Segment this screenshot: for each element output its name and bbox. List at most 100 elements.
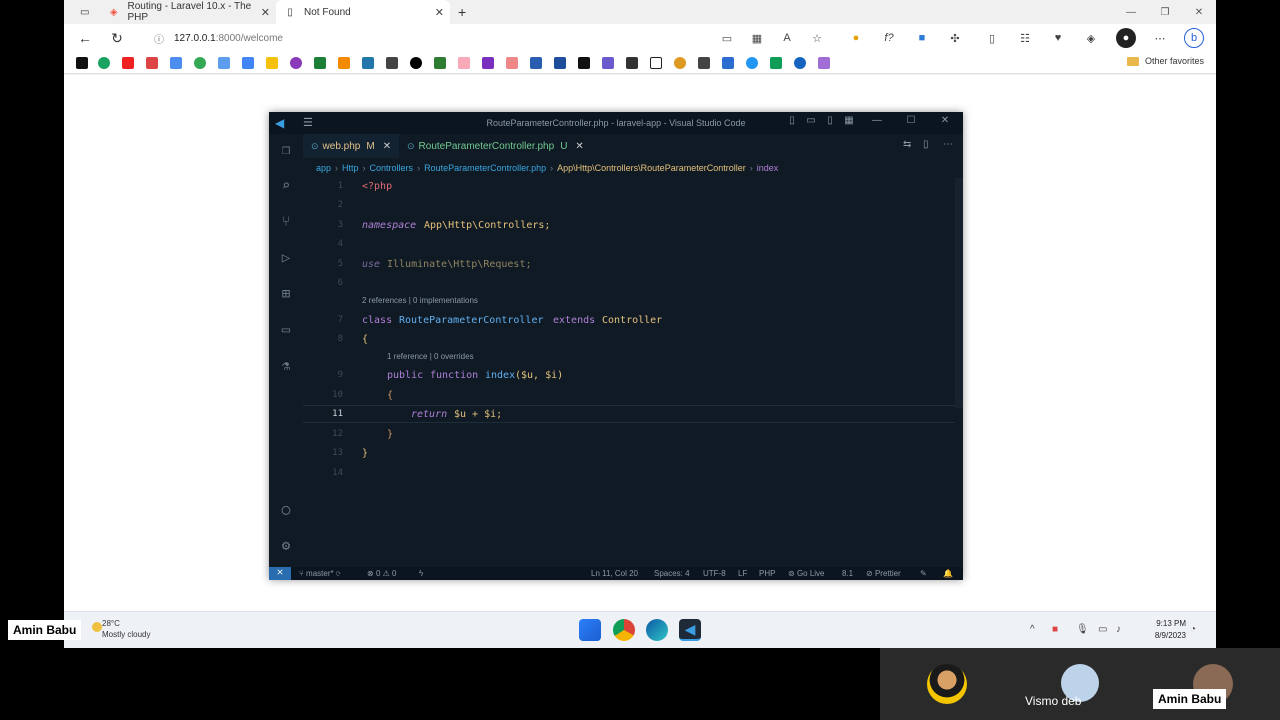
favorite-icon[interactable]: [794, 57, 806, 69]
start-windows-icon[interactable]: [579, 619, 601, 641]
source-control-icon[interactable]: ⑂: [277, 214, 295, 232]
weather-widget[interactable]: 28°C Mostly cloudy: [92, 618, 150, 640]
favorite-icon[interactable]: [290, 57, 302, 69]
youtube-icon[interactable]: [122, 57, 134, 69]
bootstrap-icon[interactable]: [482, 57, 494, 69]
breadcrumb-item[interactable]: Controllers: [370, 163, 414, 173]
prettier-status[interactable]: ⊘ Prettier: [866, 569, 901, 578]
taskbar-clock[interactable]: 9:13 PM 8/9/2023: [1155, 618, 1186, 642]
toggle-sidebar-icon[interactable]: ▯: [784, 115, 800, 126]
docs-icon[interactable]: [242, 57, 254, 69]
breadcrumb-item[interactable]: App\Http\Controllers\RouteParameterContr…: [557, 163, 746, 173]
branch-status[interactable]: ⑂ master* ⟳: [299, 569, 341, 578]
new-tab-button[interactable]: +: [450, 0, 474, 24]
remote-icon[interactable]: ⨯: [269, 567, 291, 580]
extensions-icon[interactable]: ✣: [945, 28, 965, 48]
toggle-panel-icon[interactable]: ▭: [803, 115, 819, 126]
editor-tab-controller[interactable]: ⊙ RouteParameterController.php U ✕: [399, 134, 584, 158]
close-tab-icon[interactable]: ✕: [435, 6, 444, 19]
close-window-icon[interactable]: ✕: [1182, 0, 1216, 24]
favorite-icon[interactable]: [362, 57, 374, 69]
favorite-icon[interactable]: [818, 57, 830, 69]
explorer-icon[interactable]: ❐: [277, 142, 295, 160]
browser-essentials-icon[interactable]: ◈: [1081, 28, 1101, 48]
notifications-bell-icon[interactable]: 🔔: [943, 569, 953, 578]
favorite-icon[interactable]: [170, 57, 182, 69]
favorite-icon[interactable]: [266, 57, 278, 69]
favorite-icon[interactable]: [674, 57, 686, 69]
extensions-icon[interactable]: ⊞: [277, 286, 295, 304]
run-debug-icon[interactable]: ▷: [277, 250, 295, 268]
editor-scrollbar[interactable]: [955, 178, 963, 408]
maximize-icon[interactable]: ☐: [903, 115, 919, 126]
language-mode[interactable]: PHP: [759, 569, 775, 578]
encoding[interactable]: UTF-8: [703, 569, 726, 578]
breadcrumb-item[interactable]: Http: [342, 163, 359, 173]
gmail-icon[interactable]: [146, 57, 158, 69]
favorite-icon[interactable]: [76, 57, 88, 69]
tab-actions-icon[interactable]: ▭: [72, 0, 92, 24]
favorite-icon[interactable]: [746, 57, 758, 69]
tray-app-icon[interactable]: ■: [1052, 624, 1058, 635]
indentation[interactable]: Spaces: 4: [654, 569, 690, 578]
other-favorites-folder[interactable]: Other favorites: [1126, 56, 1204, 66]
extension-icon[interactable]: ●: [846, 28, 866, 48]
browser-tab-laravel[interactable]: ◈ Routing - Laravel 10.x - The PHP ✕: [100, 0, 276, 24]
favorite-icon[interactable]: [386, 57, 398, 69]
split-editor-icon[interactable]: ▯: [923, 139, 929, 150]
browser-tab-not-found[interactable]: ▯ Not Found ✕: [276, 0, 450, 24]
favorite-icon[interactable]: [602, 57, 614, 69]
testing-icon[interactable]: ⚗: [277, 358, 295, 376]
address-bar[interactable]: ⓘ 127.0.0.1:8000/welcome: [144, 27, 784, 49]
word-icon[interactable]: [554, 57, 566, 69]
toggle-secondary-sidebar-icon[interactable]: ▯: [822, 115, 838, 126]
close-tab-icon[interactable]: ✕: [261, 6, 270, 19]
codelens-references[interactable]: 1 reference | 0 overrides: [387, 352, 474, 361]
vscode-taskbar-icon[interactable]: ◀: [679, 619, 701, 641]
more-menu-icon[interactable]: ⋯: [1150, 28, 1170, 48]
favorite-icon[interactable]: [314, 57, 326, 69]
split-screen-icon[interactable]: ▯: [982, 28, 1002, 48]
notification-icon[interactable]: ◔: [1190, 624, 1196, 635]
remote-explorer-icon[interactable]: ▭: [277, 322, 295, 340]
favorite-icon[interactable]: [98, 57, 110, 69]
maps-icon[interactable]: [194, 57, 206, 69]
compare-changes-icon[interactable]: ⇆: [903, 139, 911, 150]
reload-icon[interactable]: ↻: [104, 26, 130, 50]
more-actions-icon[interactable]: ⋯: [943, 139, 953, 150]
favorite-icon[interactable]: [698, 57, 710, 69]
code-icon[interactable]: [506, 57, 518, 69]
end-of-line[interactable]: LF: [738, 569, 747, 578]
favorite-star-icon[interactable]: ☆: [807, 28, 827, 48]
favorite-icon[interactable]: [626, 57, 638, 69]
favorite-icon[interactable]: [722, 57, 734, 69]
lightning-icon[interactable]: ϟ: [419, 569, 423, 578]
read-aloud-icon[interactable]: A: [777, 28, 797, 48]
network-icon[interactable]: ▭: [1098, 624, 1107, 635]
settings-gear-icon[interactable]: ⚙: [277, 538, 295, 556]
notion-icon[interactable]: [410, 57, 422, 69]
show-hidden-icons[interactable]: ^: [1030, 624, 1035, 635]
microphone-icon[interactable]: 🎙: [1076, 624, 1089, 635]
favorite-icon[interactable]: [650, 57, 662, 69]
accounts-icon[interactable]: ◯: [277, 502, 295, 520]
back-icon[interactable]: ←: [72, 26, 98, 50]
laravel-icon[interactable]: [458, 57, 470, 69]
bing-copilot-icon[interactable]: b: [1184, 28, 1204, 48]
close-window-icon[interactable]: ✕: [937, 115, 953, 126]
close-tab-icon[interactable]: ✕: [383, 141, 391, 152]
search-icon[interactable]: ⌕: [277, 178, 295, 196]
volume-icon[interactable]: ♪: [1116, 624, 1121, 635]
qr-icon[interactable]: ▦: [747, 28, 767, 48]
cursor-position[interactable]: Ln 11, Col 20: [591, 569, 638, 578]
close-tab-icon[interactable]: ✕: [575, 141, 583, 152]
extension-icon[interactable]: ■: [912, 28, 932, 48]
feedback-icon[interactable]: ✎: [920, 569, 927, 578]
formula-extension-icon[interactable]: f?: [879, 28, 899, 48]
favorite-icon[interactable]: [338, 57, 350, 69]
profile-avatar[interactable]: ●: [1116, 28, 1136, 48]
customize-layout-icon[interactable]: ▦: [841, 115, 857, 126]
breadcrumb-item[interactable]: RouteParameterController.php: [424, 163, 546, 173]
breadcrumb-item[interactable]: index: [757, 163, 779, 173]
favorite-icon[interactable]: [770, 57, 782, 69]
